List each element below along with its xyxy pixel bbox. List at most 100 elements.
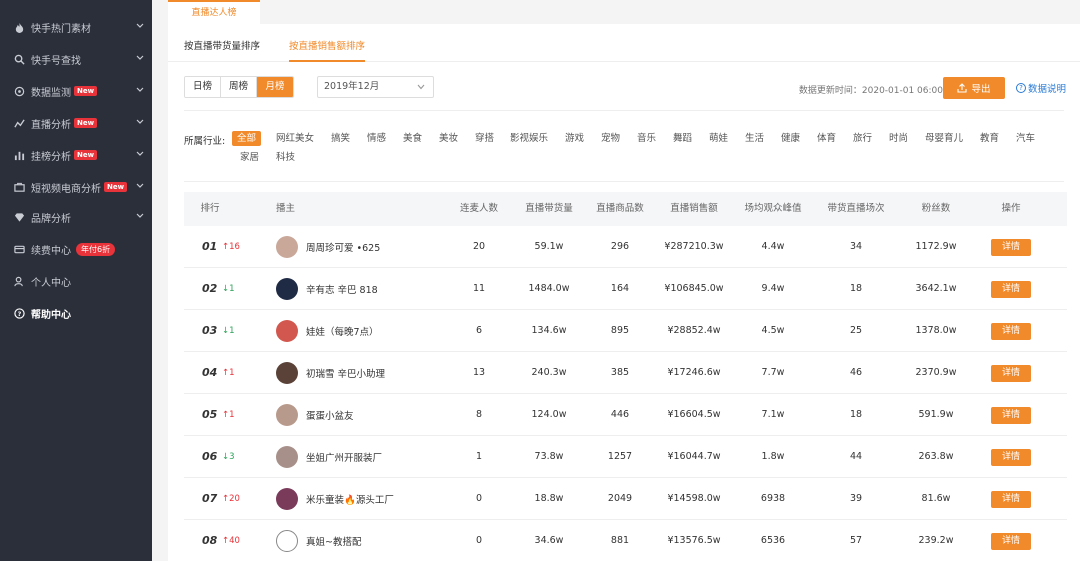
table-row: 01 ↑16 周周珍可爱 •625 20 59.1w 296 ¥287210.3… xyxy=(184,226,1067,268)
anchor-cell[interactable]: 米乐童装🔥源头工厂 xyxy=(276,487,394,511)
promo-badge: 年付6折 xyxy=(76,242,116,256)
tab-live-influencer-ranking[interactable]: 直播达人榜 xyxy=(168,0,260,24)
avatar xyxy=(276,236,298,258)
data-explanation-link[interactable]: ? 数据说明 xyxy=(1016,81,1066,95)
live-sessions: 34 xyxy=(849,241,863,252)
industry-tag[interactable]: 美食 xyxy=(403,131,422,146)
industry-tag[interactable]: 母婴育儿 xyxy=(925,131,963,146)
industry-tag[interactable]: 搞笑 xyxy=(331,131,350,146)
sidebar-item-help-center[interactable]: ? 帮助中心 xyxy=(0,300,152,326)
industry-tag[interactable]: 萌娃 xyxy=(709,131,728,146)
avatar xyxy=(276,278,298,300)
detail-button[interactable]: 详情 xyxy=(991,281,1031,298)
detail-button[interactable]: 详情 xyxy=(991,239,1031,256)
industry-tag[interactable]: 健康 xyxy=(781,131,800,146)
industry-tag[interactable]: 教育 xyxy=(980,131,999,146)
peak-viewers: 7.1w xyxy=(761,409,785,420)
anchor-name: 蛋蛋小盆友 xyxy=(306,411,354,422)
industry-tag[interactable]: 网红美女 xyxy=(276,131,314,146)
rank-change: ↑1 xyxy=(222,368,235,378)
industry-tag[interactable]: 家居 xyxy=(240,150,259,165)
column-header-sales: 直播销售额 xyxy=(670,203,718,214)
sidebar-item-account-search[interactable]: 快手号查找 xyxy=(0,46,152,72)
anchor-cell[interactable]: 坐姐广州开服装厂 xyxy=(276,445,382,469)
period-weekly-button[interactable]: 周榜 xyxy=(221,77,257,97)
sidebar-item-video-commerce[interactable]: 短视频电商分析 New xyxy=(0,174,152,200)
fans-count: 239.2w xyxy=(918,535,954,546)
fans-count: 263.8w xyxy=(918,451,954,462)
industry-tag-all[interactable]: 全部 xyxy=(232,131,262,146)
sales-amount: ¥14598.0w xyxy=(667,493,721,504)
lianmai-count: 20 xyxy=(472,241,486,252)
period-daily-button[interactable]: 日榜 xyxy=(185,77,221,97)
industry-label: 所属行业: xyxy=(184,136,226,147)
rank-number: 01 xyxy=(202,240,218,253)
sales-volume: 59.1w xyxy=(534,241,564,252)
product-count: 1257 xyxy=(607,451,633,462)
anchor-cell[interactable]: 周周珍可爱 •625 xyxy=(276,235,380,259)
lianmai-count: 0 xyxy=(475,493,483,504)
sidebar-item-personal-center[interactable]: 个人中心 xyxy=(0,268,152,294)
sales-amount: ¥17246.6w xyxy=(667,367,721,378)
fans-count: 591.9w xyxy=(918,409,954,420)
month-select[interactable]: 2019年12月 xyxy=(317,76,434,98)
detail-button[interactable]: 详情 xyxy=(991,365,1031,382)
industry-tag[interactable]: 情感 xyxy=(367,131,386,146)
industry-tag[interactable]: 时尚 xyxy=(889,131,908,146)
industry-tag[interactable]: 音乐 xyxy=(637,131,656,146)
table-row: 03 ↓1 娃娃（每晚7点） 6 134.6w 895 ¥28852.4w 4.… xyxy=(184,310,1067,352)
industry-tag[interactable]: 汽车 xyxy=(1016,131,1035,146)
sidebar-item-live-analysis[interactable]: 直播分析 New xyxy=(0,110,152,136)
detail-button[interactable]: 详情 xyxy=(991,323,1031,340)
fans-count: 1378.0w xyxy=(915,325,957,336)
industry-tag[interactable]: 生活 xyxy=(745,131,764,146)
period-monthly-button[interactable]: 月榜 xyxy=(257,77,293,97)
peak-viewers: 1.8w xyxy=(761,451,785,462)
sales-amount: ¥287210.3w xyxy=(664,241,724,252)
industry-tag[interactable]: 舞蹈 xyxy=(673,131,692,146)
column-header-products: 直播商品数 xyxy=(596,203,644,214)
help-icon: ? xyxy=(13,307,25,319)
industry-tag[interactable]: 影视娱乐 xyxy=(510,131,548,146)
sidebar-item-renewal[interactable]: 续费中心 年付6折 xyxy=(0,236,152,262)
export-button[interactable]: 导出 xyxy=(943,77,1005,99)
table-header: 排行 播主 连麦人数 直播带货量 直播商品数 直播销售额 场均观众峰值 带货直播… xyxy=(184,192,1067,226)
detail-button[interactable]: 详情 xyxy=(991,449,1031,466)
product-count: 446 xyxy=(610,409,630,420)
sidebar-item-ranking-analysis[interactable]: 挂榜分析 New xyxy=(0,142,152,168)
sidebar-item-hot-material[interactable]: 快手热门素材 xyxy=(0,14,152,40)
product-count: 2049 xyxy=(607,493,633,504)
detail-button[interactable]: 详情 xyxy=(991,407,1031,424)
industry-tag[interactable]: 游戏 xyxy=(565,131,584,146)
sidebar: 快手热门素材 快手号查找 数据监测 New 直播分析 New 挂榜分析 New … xyxy=(0,0,152,561)
tab-sort-by-sales[interactable]: 按直播销售额排序 xyxy=(289,38,366,62)
industry-tag[interactable]: 穿搭 xyxy=(475,131,494,146)
table-row: 05 ↑1 蛋蛋小盆友 8 124.0w 446 ¥16604.5w 7.1w … xyxy=(184,394,1067,436)
lianmai-count: 11 xyxy=(472,283,486,294)
avatar xyxy=(276,362,298,384)
anchor-cell[interactable]: 初瑞雪 辛巴小助理 xyxy=(276,361,385,385)
sidebar-item-data-monitor[interactable]: 数据监测 New xyxy=(0,78,152,104)
tab-sort-by-volume[interactable]: 按直播带货量排序 xyxy=(184,38,260,52)
anchor-cell[interactable]: 真姐~教搭配 xyxy=(276,529,361,553)
anchor-name: 周周珍可爱 •625 xyxy=(306,243,381,254)
industry-tag[interactable]: 宠物 xyxy=(601,131,620,146)
rank-change: ↑16 xyxy=(222,242,240,252)
industry-tag[interactable]: 旅行 xyxy=(853,131,872,146)
anchor-cell[interactable]: 蛋蛋小盆友 xyxy=(276,403,354,427)
svg-text:?: ? xyxy=(17,309,21,317)
sidebar-item-brand-analysis[interactable]: 品牌分析 xyxy=(0,204,152,230)
chevron-down-icon xyxy=(136,151,144,156)
anchor-cell[interactable]: 辛有志 辛巴 818 xyxy=(276,277,378,301)
detail-button[interactable]: 详情 xyxy=(991,533,1031,550)
industry-tag[interactable]: 科技 xyxy=(276,150,295,165)
column-header-action: 操作 xyxy=(1001,203,1021,214)
detail-button[interactable]: 详情 xyxy=(991,491,1031,508)
industry-tag[interactable]: 美妆 xyxy=(439,131,458,146)
menu-icon[interactable] xyxy=(14,0,24,4)
table-row: 02 ↓1 辛有志 辛巴 818 11 1484.0w 164 ¥106845.… xyxy=(184,268,1067,310)
sales-amount: ¥106845.0w xyxy=(664,283,724,294)
fans-count: 2370.9w xyxy=(915,367,957,378)
anchor-cell[interactable]: 娃娃（每晚7点） xyxy=(276,319,379,343)
industry-tag[interactable]: 体育 xyxy=(817,131,836,146)
